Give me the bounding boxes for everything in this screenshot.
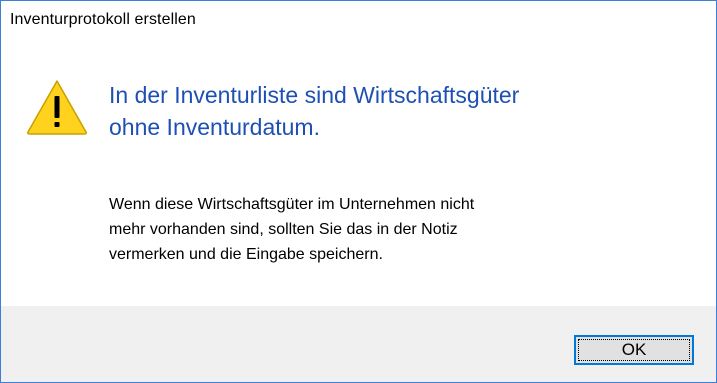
window-title: Inventurprotokoll erstellen [10, 11, 196, 28]
warning-icon [27, 80, 87, 135]
content-line-3: vermerken und die Eingabe speichern. [109, 246, 383, 263]
content-line-2: mehr vorhanden sind, sollten Sie das in … [109, 221, 458, 238]
ok-button-label: OK [621, 340, 647, 359]
dialog-content: In der Inventurliste sind Wirtschaftsgüt… [1, 41, 716, 306]
main-instruction-line-2: ohne Inventurdatum. [109, 114, 320, 140]
content-text: Wenn diese Wirtschaftsgüter im Unternehm… [109, 192, 699, 267]
ok-button[interactable]: OK [574, 335, 694, 365]
main-instruction: In der Inventurliste sind Wirtschaftsgüt… [109, 79, 699, 143]
title-bar[interactable]: Inventurprotokoll erstellen [1, 1, 716, 41]
content-line-1: Wenn diese Wirtschaftsgüter im Unternehm… [109, 196, 475, 213]
message-dialog: Inventurprotokoll erstellen In der Inven… [0, 0, 717, 383]
main-instruction-line-1: In der Inventurliste sind Wirtschaftsgüt… [109, 82, 520, 108]
